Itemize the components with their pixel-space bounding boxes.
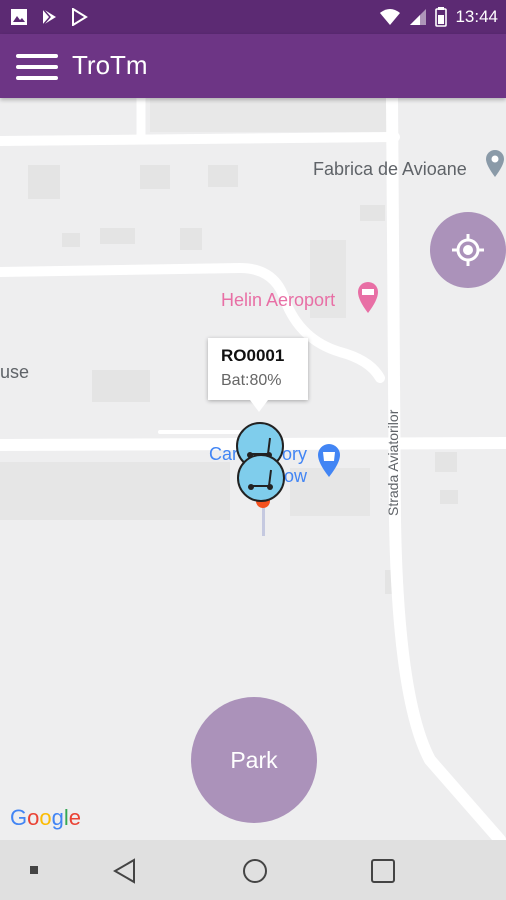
- scooter-id: RO0001: [221, 346, 285, 365]
- poi-fabrica-label[interactable]: Fabrica de Avioane: [313, 159, 467, 180]
- status-bar: 13:44: [0, 0, 506, 34]
- system-nav-bar: [0, 840, 506, 900]
- square-dot-icon[interactable]: [30, 866, 38, 874]
- app-title: TroTm: [72, 50, 148, 80]
- status-right: 13:44: [379, 7, 498, 27]
- signal-icon: [410, 9, 427, 25]
- poi-carfactory-label-1[interactable]: Car: [209, 444, 238, 465]
- image-icon: [11, 9, 27, 25]
- home-icon[interactable]: [242, 858, 268, 889]
- status-time: 13:44: [455, 7, 498, 26]
- hamburger-menu-icon[interactable]: [16, 54, 58, 80]
- park-button-label: Park: [230, 746, 278, 773]
- scooter-icon: [248, 469, 273, 490]
- poi-partial-label: use: [0, 362, 30, 382]
- google-logo: Google: [10, 805, 82, 830]
- battery-level: Bat:80%: [221, 372, 282, 389]
- map-view[interactable]: Fabrica de Avioane Helin Aeroport use Ca…: [0, 98, 506, 840]
- scooter-marker[interactable]: [237, 454, 285, 502]
- poi-carfactory-label-2[interactable]: ow: [284, 466, 307, 487]
- marker-info-window[interactable]: RO0001 Bat:80%: [208, 338, 308, 412]
- back-icon[interactable]: [112, 858, 136, 889]
- battery-icon: [435, 7, 448, 27]
- place-pin-icon[interactable]: [484, 148, 506, 178]
- play-store-icon: [72, 8, 88, 26]
- shopping-pin-icon[interactable]: [316, 442, 342, 478]
- play-store-icon: [42, 8, 56, 26]
- poi-carfactory-label-1b[interactable]: ory: [282, 444, 307, 465]
- hotel-pin-icon[interactable]: [356, 280, 380, 314]
- recents-icon[interactable]: [371, 859, 395, 888]
- my-location-button[interactable]: [430, 212, 506, 288]
- my-location-icon: [452, 234, 484, 266]
- app-bar: TroTm: [0, 34, 506, 98]
- poi-helin-label[interactable]: Helin Aeroport: [221, 290, 335, 311]
- wifi-icon: [380, 9, 401, 25]
- street-label: Strada Aviatorilor: [385, 409, 401, 516]
- park-button[interactable]: Park: [191, 697, 317, 823]
- notification-icons: [10, 8, 88, 26]
